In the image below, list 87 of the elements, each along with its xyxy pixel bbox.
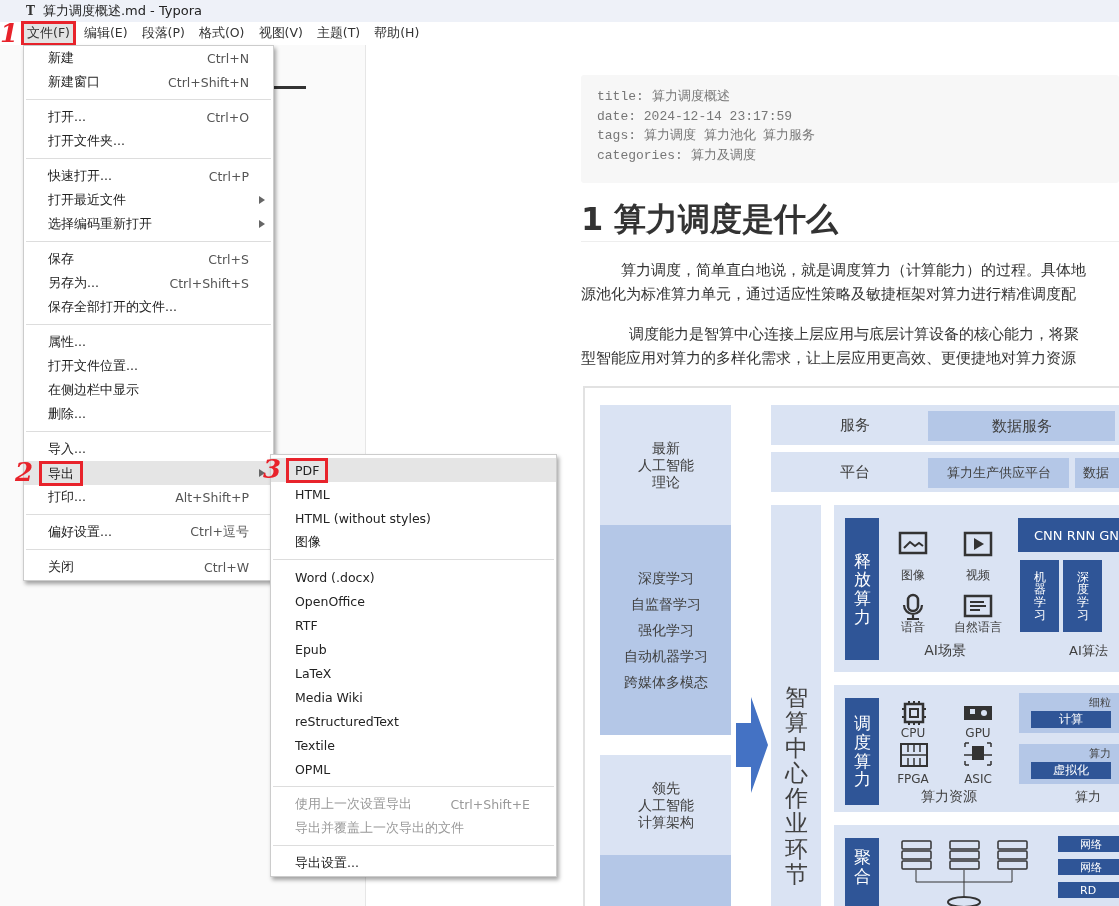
right-arrow-icon xyxy=(736,697,768,793)
panel-caption: 算力资源 xyxy=(921,788,977,806)
center-label: 智算中心作业环节 xyxy=(784,685,808,888)
window-title: 算力调度概述.md - Typora xyxy=(42,2,203,20)
menu-item[interactable]: 打开文件位置... xyxy=(24,354,273,378)
panel-title: 调度算力 xyxy=(853,714,871,789)
menu-bar-item[interactable]: 文件(F) xyxy=(21,21,76,46)
block-text: 最新 人工智能 理论 xyxy=(637,439,694,491)
menu-item[interactable]: 导出设置... xyxy=(271,851,556,875)
panel-caption: AI算法 xyxy=(1069,642,1108,660)
box-label: 数据服务 xyxy=(991,416,1052,436)
card-label: 机器学习 xyxy=(1033,570,1046,622)
icon-label: 视频 xyxy=(966,566,990,584)
block-text: 领先 人工智能 计算架构 xyxy=(637,779,694,831)
menu-bar-item[interactable]: 格式(O) xyxy=(192,21,251,46)
fpga-chip-icon xyxy=(897,740,929,768)
panel-caption: 算力 xyxy=(1075,788,1101,806)
network-bar: 网络 xyxy=(1058,836,1119,852)
box-label: 数据 xyxy=(1083,464,1109,482)
menu-item[interactable]: Word (.docx) xyxy=(271,565,556,589)
group-title: 细粒 xyxy=(1089,694,1111,710)
annotation-number: 1 xyxy=(0,20,19,46)
front-matter-line: tags: 算力调度 算力池化 算力服务 xyxy=(597,127,816,145)
play-icon xyxy=(962,530,994,558)
icon-label: CPU xyxy=(900,726,926,740)
menu-item[interactable]: 选择编码重新打开 xyxy=(24,212,273,236)
menu-bar-item[interactable]: 帮助(H) xyxy=(368,21,426,46)
menu-item[interactable]: OpenOffice xyxy=(271,589,556,613)
front-matter-line: title: 算力调度概述 xyxy=(597,88,730,106)
network-bar: 网络 xyxy=(1058,859,1119,875)
block-text: 深度学习 自监督学习 强化学习 自动机器学习 跨媒体多模态 xyxy=(623,569,708,692)
menu-item[interactable]: reStructuredText xyxy=(271,709,556,733)
menu-item[interactable]: RTF xyxy=(271,613,556,637)
menu-item[interactable]: 在侧边栏中显示 xyxy=(24,378,273,402)
menu-item[interactable]: 关闭 Ctrl+W xyxy=(24,555,273,579)
icon-label: FPGA xyxy=(897,772,929,786)
menu-bar-item[interactable]: 编辑(E) xyxy=(77,21,134,46)
menu-item[interactable]: 偏好设置... Ctrl+逗号 xyxy=(24,520,273,544)
menu-item[interactable]: 打开... Ctrl+O xyxy=(24,105,273,129)
menu-bar-item[interactable]: 视图(V) xyxy=(252,21,309,46)
paragraph: 算力调度，简单直白地说，就是调度算力（计算能力）的过程。具体地 源池化为标准算力单元，通过适应性策略及敏捷框架对算力进行精准调度配 xyxy=(581,260,1086,305)
menu-item[interactable]: 删除... xyxy=(24,402,273,426)
menu-item[interactable]: OPML xyxy=(271,757,556,781)
menu-item[interactable]: Epub xyxy=(271,637,556,661)
annotation-box: PDF xyxy=(286,457,329,483)
annotation-box: 导出 xyxy=(39,460,83,486)
menu-item[interactable]: 打开文件夹... xyxy=(24,129,273,153)
menu-item[interactable]: 保存 Ctrl+S xyxy=(24,247,273,271)
front-matter-line: categories: 算力及调度 xyxy=(597,146,756,165)
menu-item[interactable]: 新建窗口 Ctrl+Shift+N xyxy=(24,70,273,94)
panel-caption: AI场景 xyxy=(924,642,966,660)
group-chip: 计算 xyxy=(1031,711,1111,728)
menu-bar-item[interactable]: 段落(P) xyxy=(135,21,191,46)
menu-item[interactable]: Textile xyxy=(271,733,556,757)
menu-item[interactable]: HTML xyxy=(271,482,556,506)
card-label: 深度学习 xyxy=(1076,570,1089,622)
row-label: 服务 xyxy=(840,415,870,435)
menu-item[interactable]: 打印... Alt+Shift+P xyxy=(24,485,273,509)
box-label: 算力生产供应平台 xyxy=(946,464,1051,482)
row-label: 平台 xyxy=(840,462,870,482)
menu-item[interactable]: 打开最近文件 xyxy=(24,188,273,212)
menu-item[interactable]: 保存全部打开的文件... xyxy=(24,295,273,319)
icon-label: 语音 xyxy=(901,618,925,636)
menu-item[interactable]: 快速打开... Ctrl+P xyxy=(24,164,273,188)
network-bar: RD xyxy=(1058,882,1119,898)
paragraph: 调度能力是智算中心连接上层应用与底层计算设备的核心能力，将聚 型智能应用对算力的多样化需求，让上层应用更高效、更便捷地对算力资源 xyxy=(581,324,1079,369)
icon-label: GPU xyxy=(965,726,991,740)
algorithm-header: CNN RNN GN xyxy=(1018,518,1119,552)
group-title: 算力 xyxy=(1089,745,1111,761)
asic-chip-icon xyxy=(962,740,994,768)
group-chip: 虚拟化 xyxy=(1031,762,1111,779)
front-matter-line: date: 2024-12-14 23:17:59 xyxy=(597,107,793,126)
menu-bar-item[interactable]: 主题(T) xyxy=(310,21,367,46)
panel-title: 释放算力 xyxy=(853,551,871,627)
menu-item[interactable]: 图像 xyxy=(271,530,556,554)
icon-label: ASIC xyxy=(964,772,992,786)
menu-item[interactable]: HTML (without styles) xyxy=(271,506,556,530)
icon-label: 自然语言 xyxy=(954,618,1002,636)
menu-item[interactable]: 属性... xyxy=(24,330,273,354)
menu-item[interactable]: 新建 Ctrl+N xyxy=(24,46,273,70)
panel-title: 聚合 xyxy=(853,848,871,886)
menu-item[interactable]: Media Wiki xyxy=(271,685,556,709)
app-logo-icon: T xyxy=(26,4,35,18)
heading: 1 算力调度是什么 xyxy=(581,200,839,238)
menu-item[interactable]: LaTeX xyxy=(271,661,556,685)
icon-label: 图像 xyxy=(901,566,925,584)
menu-item[interactable]: 另存为... Ctrl+Shift+S xyxy=(24,271,273,295)
